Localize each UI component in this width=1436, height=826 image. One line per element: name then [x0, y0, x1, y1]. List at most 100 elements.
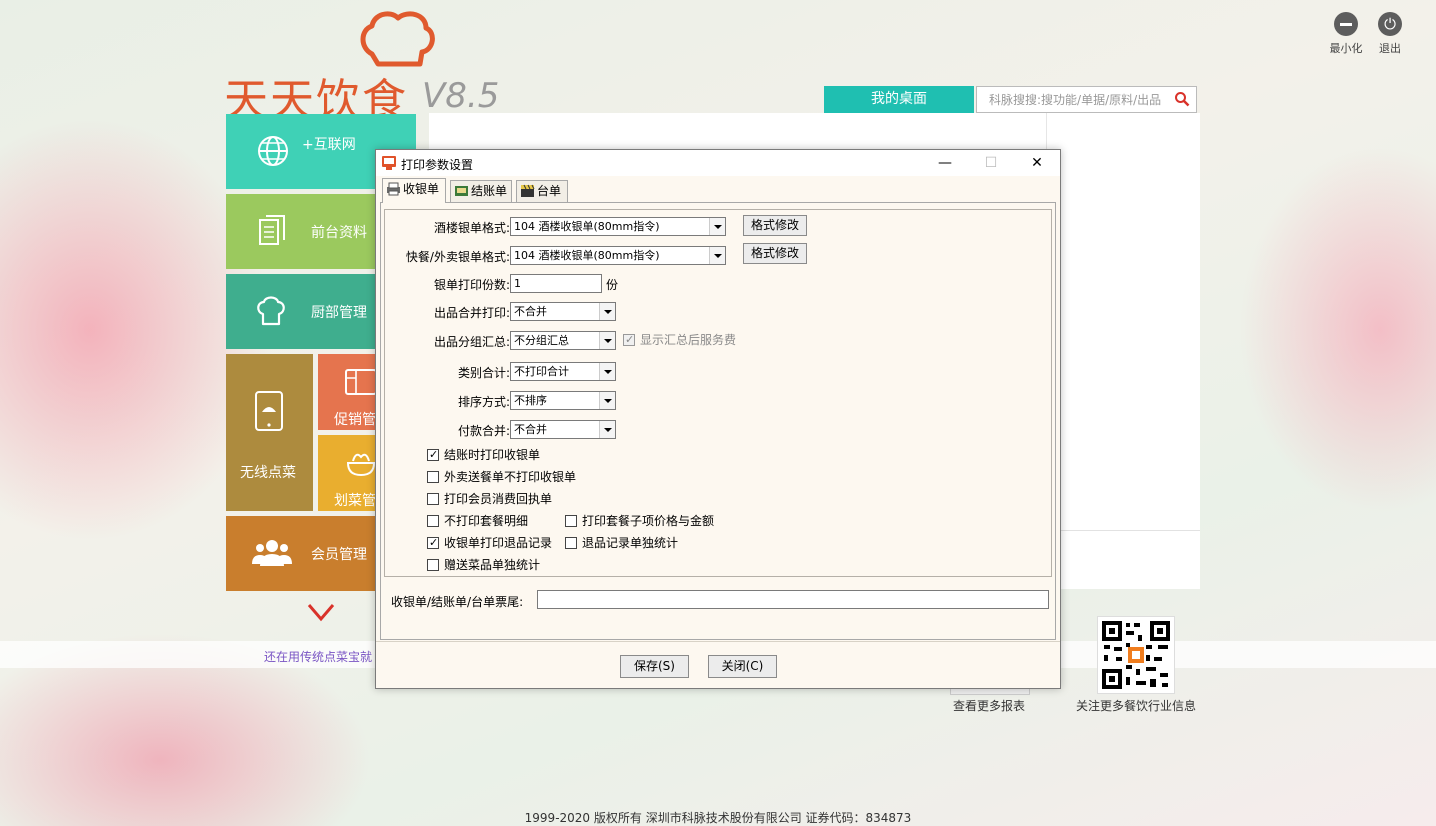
payment-merge-select[interactable]: 不合并	[510, 420, 616, 439]
category-total-value: 不打印合计	[514, 365, 569, 378]
print-member-receipt-checkbox[interactable]: 打印会员消费回执单	[427, 492, 552, 506]
chef-hat-icon	[257, 296, 285, 326]
qr-code-image	[1097, 616, 1175, 694]
tab-table-label: 台单	[537, 184, 562, 198]
divider	[1046, 530, 1200, 531]
restaurant-format-label: 酒楼银单格式:	[433, 221, 510, 235]
qr-code-icon	[1102, 621, 1170, 689]
tab-cash-label: 收银单	[403, 182, 440, 196]
print-set-sub-price-label: 打印套餐子项价格与金额	[582, 514, 715, 528]
chevron-down-icon	[709, 247, 725, 264]
print-return-record-checkbox[interactable]: 收银单打印退品记录	[427, 536, 552, 550]
search-input[interactable]	[977, 87, 1172, 112]
fastfood-format-edit-button[interactable]: 格式修改	[743, 243, 807, 264]
chevron-down-icon[interactable]	[306, 602, 336, 622]
restaurant-format-edit-button[interactable]: 格式修改	[743, 215, 807, 236]
copies-input[interactable]	[510, 274, 602, 293]
no-print-delivery-checkbox[interactable]: 外卖送餐单不打印收银单	[427, 470, 576, 484]
category-total-select[interactable]: 不打印合计	[510, 362, 616, 381]
no-print-delivery-label: 外卖送餐单不打印收银单	[444, 470, 577, 484]
tab-checkout-label: 结账单	[471, 184, 508, 198]
show-service-fee-checkbox[interactable]: 显示汇总后服务费	[623, 333, 736, 347]
category-total-label: 类别合计:	[457, 366, 510, 380]
checkbox-box	[427, 515, 439, 527]
sort-mode-value: 不排序	[514, 394, 547, 407]
document-icon	[259, 215, 285, 245]
merge-print-label: 出品合并打印:	[433, 306, 510, 320]
tile-internet-label: +互联网	[302, 137, 356, 153]
window-maximize-button[interactable]: ☐	[968, 150, 1014, 176]
copies-unit: 份	[606, 278, 619, 292]
fastfood-format-select[interactable]: 104 酒楼收银单(80mm指令)	[510, 246, 726, 265]
minimize-button[interactable]: 最小化	[1326, 12, 1366, 56]
payment-merge-value: 不合并	[514, 423, 547, 436]
minimize-label: 最小化	[1329, 42, 1363, 55]
printer-icon	[387, 182, 400, 196]
gift-separate-checkbox[interactable]: 赠送菜品单独统计	[427, 558, 540, 572]
no-print-set-detail-checkbox[interactable]: 不打印套餐明细	[427, 514, 528, 528]
desktop-side-panel	[1046, 113, 1200, 589]
group-summary-select[interactable]: 不分组汇总	[510, 331, 616, 350]
sort-mode-select[interactable]: 不排序	[510, 391, 616, 410]
chevron-down-icon	[599, 421, 615, 438]
users-icon	[252, 540, 292, 566]
print-return-record-label: 收银单打印退品记录	[444, 536, 553, 550]
close-button[interactable]: 关闭(C)	[708, 655, 777, 678]
print-member-receipt-label: 打印会员消费回执单	[444, 492, 553, 506]
window-minimize-button[interactable]: —	[922, 150, 968, 176]
reports-caption[interactable]: 查看更多报表	[953, 697, 1025, 714]
globe-icon	[258, 136, 288, 166]
dialog-title: 打印参数设置	[401, 158, 474, 172]
tab-page-cash: 酒楼银单格式: 104 酒楼收银单(80mm指令) 格式修改 快餐/外卖银单格式…	[380, 202, 1056, 640]
tab-table-ticket[interactable]: 台单	[516, 180, 568, 202]
fastfood-format-value: 104 酒楼收银单(80mm指令)	[514, 249, 660, 262]
tile-front-label: 前台资料	[311, 225, 367, 241]
no-print-set-detail-label: 不打印套餐明细	[444, 514, 529, 528]
save-button[interactable]: 保存(S)	[620, 655, 689, 678]
settings-group: 酒楼银单格式: 104 酒楼收银单(80mm指令) 格式修改 快餐/外卖银单格式…	[384, 209, 1052, 577]
power-icon	[1378, 12, 1402, 36]
gift-card-icon	[345, 369, 377, 395]
print-settings-dialog: 打印参数设置 — ☐ ✕ 收银单 结账单 台单 酒楼银单格式: 104 酒楼收银…	[375, 149, 1061, 689]
dialog-titlebar[interactable]: 打印参数设置 — ☐ ✕	[376, 150, 1060, 176]
sort-mode-label: 排序方式:	[457, 395, 510, 409]
receipt-footer-label: 收银单/结账单/台单票尾:	[391, 595, 524, 609]
merge-print-value: 不合并	[514, 305, 547, 318]
clapper-icon	[521, 184, 535, 197]
chevron-down-icon	[599, 392, 615, 409]
chevron-down-icon	[599, 303, 615, 320]
restaurant-format-select[interactable]: 104 酒楼收银单(80mm指令)	[510, 217, 726, 236]
return-record-separate-checkbox[interactable]: 退品记录单独统计	[565, 536, 678, 550]
receipt-footer-input[interactable]	[537, 590, 1049, 609]
search-icon[interactable]	[1174, 91, 1190, 107]
restaurant-format-value: 104 酒楼收银单(80mm指令)	[514, 220, 660, 233]
tile-wireless-order[interactable]: 无线点菜	[226, 354, 313, 511]
tab-checkout-bill[interactable]: 结账单	[450, 180, 512, 202]
print-set-sub-price-checkbox[interactable]: 打印套餐子项价格与金额	[565, 514, 714, 528]
chevron-down-icon	[599, 363, 615, 380]
tab-cash-receipt[interactable]: 收银单	[382, 178, 446, 203]
minimize-icon	[1334, 12, 1358, 36]
exit-label: 退出	[1379, 42, 1401, 55]
qr-caption: 关注更多餐饮行业信息	[1076, 699, 1197, 713]
tile-member-label: 会员管理	[311, 547, 367, 563]
checkbox-box	[427, 448, 439, 462]
print-on-checkout-label: 结账时打印收银单	[444, 448, 541, 462]
search-box	[976, 86, 1197, 113]
fastfood-format-label: 快餐/外卖银单格式:	[405, 250, 510, 264]
copies-label: 银单打印份数:	[433, 278, 510, 292]
exit-button[interactable]: 退出	[1370, 12, 1410, 56]
chevron-down-icon	[709, 218, 725, 235]
checkbox-box	[623, 333, 635, 347]
dialog-divider	[376, 641, 1060, 642]
print-on-checkout-checkbox[interactable]: 结账时打印收银单	[427, 448, 540, 462]
gift-separate-label: 赠送菜品单独统计	[444, 558, 541, 572]
promo-strip-text[interactable]: 还在用传统点菜宝就	[264, 648, 372, 665]
window-close-button[interactable]: ✕	[1014, 150, 1060, 176]
app-window-icon	[382, 156, 396, 170]
tile-promotion-label: 促销管	[334, 412, 376, 428]
merge-print-select[interactable]: 不合并	[510, 302, 616, 321]
checkbox-box	[427, 559, 439, 571]
tab-my-desktop[interactable]: 我的桌面	[824, 86, 974, 113]
logo-version: V8.5	[422, 76, 500, 116]
